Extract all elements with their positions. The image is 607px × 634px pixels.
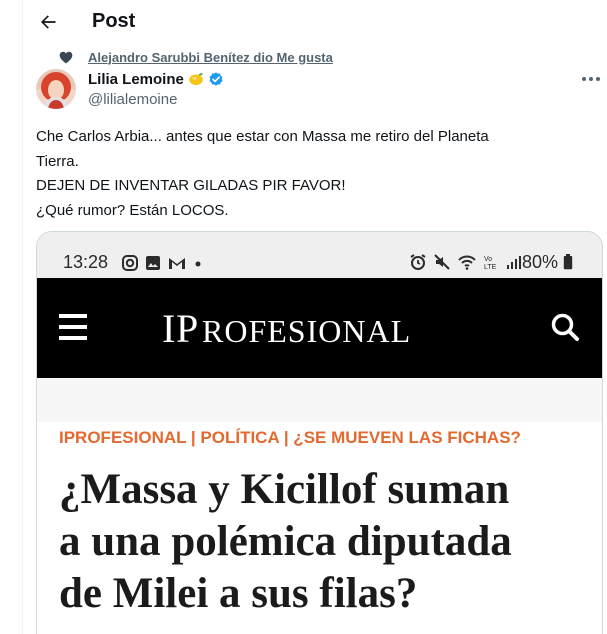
hamburger-menu-icon <box>59 314 89 340</box>
arrow-left-icon <box>41 15 56 29</box>
phone-status-bar: 13:28 Vo LTE 80% <box>37 232 602 278</box>
article-spacer <box>37 378 602 422</box>
tweet-line: Che Carlos Arbia... antes que estar con … <box>36 128 489 145</box>
svg-text:ROFESIONAL: ROFESIONAL <box>202 313 411 349</box>
post-header: Post <box>22 0 607 44</box>
wifi-icon <box>458 255 476 270</box>
social-context: Alejandro Sarubbi Benítez dio Me gusta <box>58 48 333 66</box>
tweet-text: Che Carlos Arbia... antes que estar con … <box>36 125 596 223</box>
article-preview: IPROFESIONAL | POLÍTICA | ¿SE MUEVEN LAS… <box>37 378 602 634</box>
instagram-icon <box>122 255 138 271</box>
svg-text:I: I <box>162 306 176 351</box>
avatar-image <box>36 69 76 109</box>
headline-line: ¿Massa y Kicillof suman <box>59 466 510 513</box>
alarm-icon <box>410 254 426 270</box>
notification-dot-icon <box>195 261 201 267</box>
volte-icon: VoLTE <box>484 256 497 271</box>
tweet-line: DEJEN DE INVENTAR GILADAS PIR FAVOR! <box>36 177 346 194</box>
heart-icon <box>59 51 73 64</box>
svg-text:P: P <box>176 306 199 351</box>
lemon-icon <box>189 73 203 85</box>
status-icons-right: Vo LTE <box>409 253 523 271</box>
page-title: Post <box>92 10 136 32</box>
avatar[interactable] <box>36 69 76 109</box>
tweet-line: ¿Qué rumor? Están LOCOS. <box>36 201 229 219</box>
more-dot <box>596 77 600 81</box>
more-options-button[interactable] <box>580 70 602 88</box>
column-border <box>22 0 23 634</box>
back-button[interactable] <box>34 8 62 36</box>
more-dot <box>582 77 586 81</box>
mute-icon <box>434 254 450 270</box>
article-kicker: IPROFESIONAL | POLÍTICA | ¿SE MUEVEN LAS… <box>59 428 521 447</box>
search-icon <box>551 313 579 341</box>
battery-level: 80% <box>522 252 573 273</box>
social-context-link[interactable]: Alejandro Sarubbi Benítez dio Me gusta <box>88 50 333 65</box>
verified-icon[interactable] <box>207 70 225 88</box>
status-time: 13:28 <box>63 252 109 272</box>
svg-text:LTE: LTE <box>484 264 497 271</box>
battery-percent: 80% <box>522 252 559 272</box>
author-handle[interactable]: @lilialemoine <box>88 91 177 108</box>
more-dot <box>589 77 593 81</box>
tweet-line: Tierra. <box>36 152 79 170</box>
headline-line: a una polémica diputada <box>59 518 512 565</box>
headline-line: de Milei a sus filas? <box>59 570 418 617</box>
gmail-icon <box>169 258 185 269</box>
gallery-icon <box>146 256 160 270</box>
site-navbar: I P ROFESIONAL <box>37 278 602 378</box>
tweet-media-image[interactable]: 13:28 Vo LTE 80% I P ROFESIONAL IPROFESI… <box>36 231 603 634</box>
author-name-row: Lilia Lemoine <box>88 69 225 89</box>
author-name[interactable]: Lilia Lemoine <box>88 71 184 88</box>
site-logo: I P ROFESIONAL <box>162 306 482 362</box>
status-icons-left <box>121 254 204 272</box>
svg-text:Vo: Vo <box>484 256 492 263</box>
article-headline: ¿Massa y Kicillof suman a una polémica d… <box>59 464 599 620</box>
signal-icon <box>507 256 521 269</box>
site-logo-wordmark: I P ROFESIONAL <box>162 306 411 351</box>
battery-icon <box>563 254 573 270</box>
